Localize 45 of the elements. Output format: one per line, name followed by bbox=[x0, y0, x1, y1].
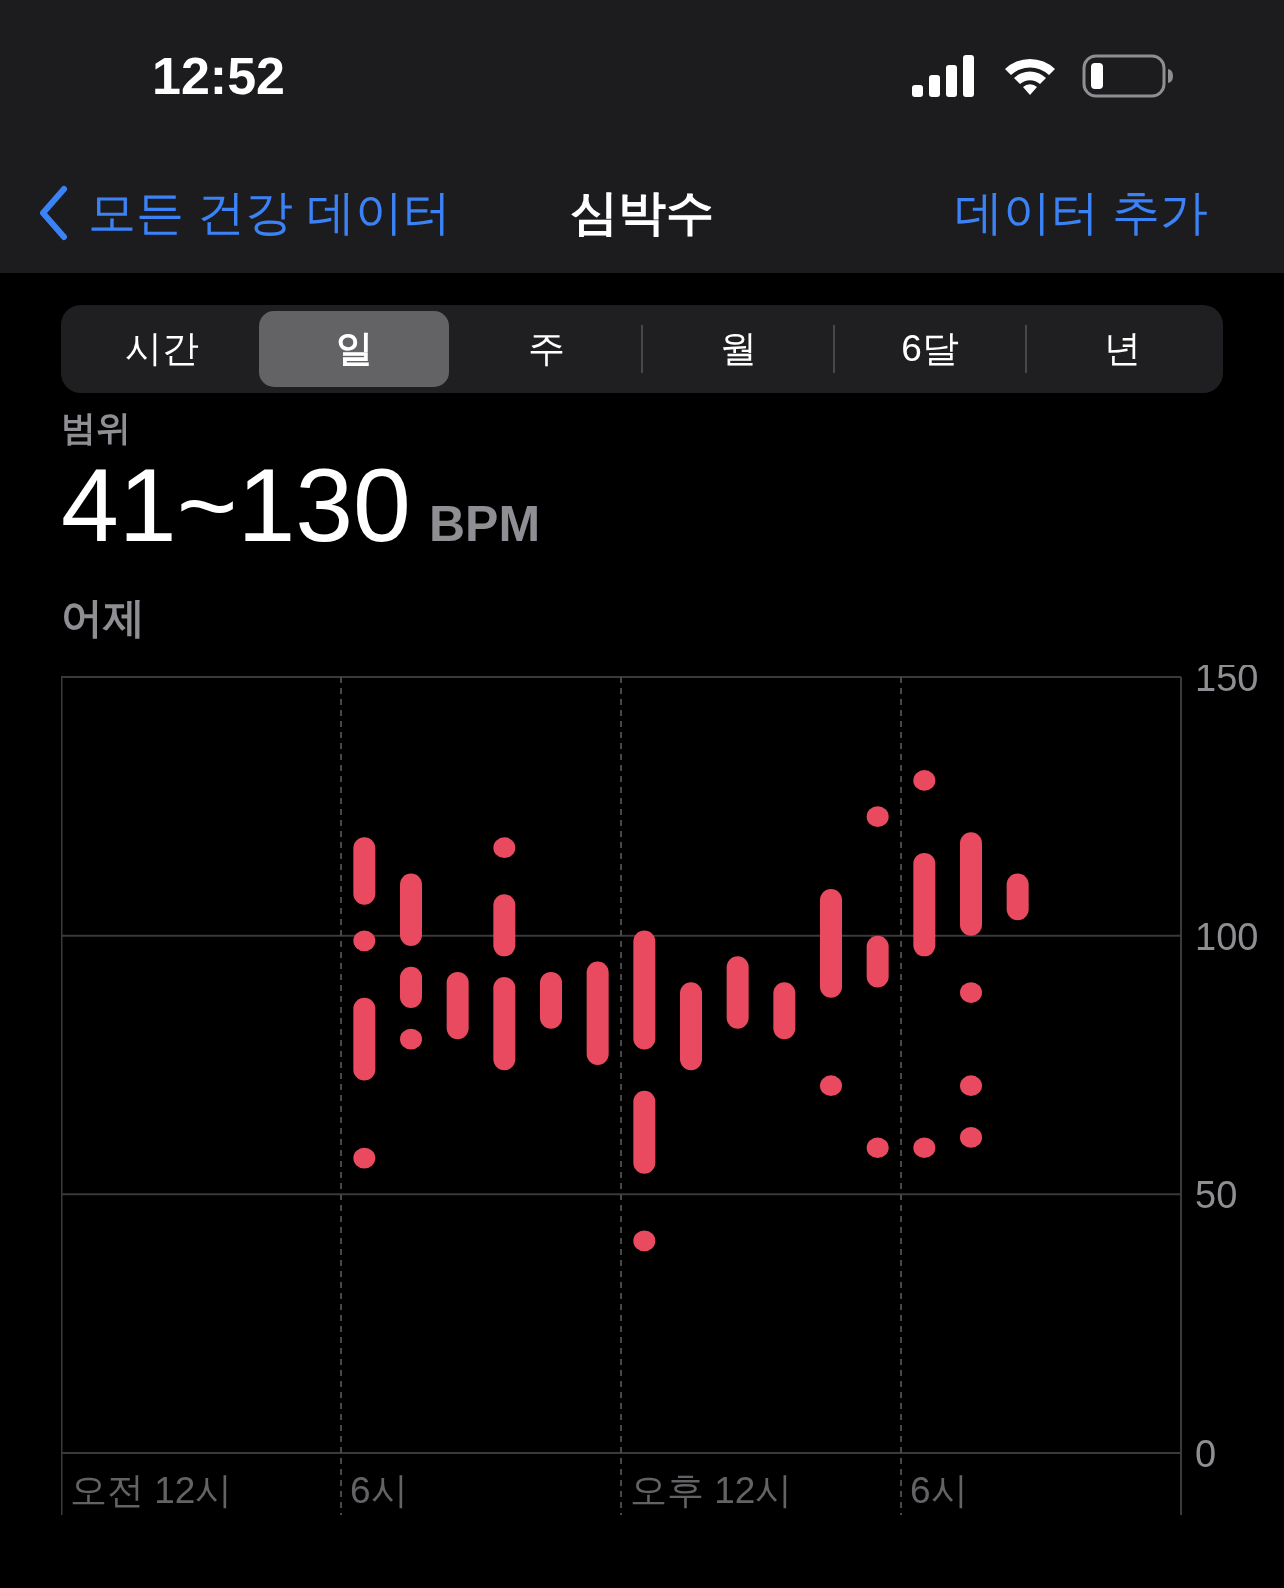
heart-rate-bar bbox=[866, 935, 889, 988]
heart-rate-bar bbox=[353, 837, 376, 905]
heart-rate-bar bbox=[1006, 873, 1029, 921]
x-axis-label: 오후 12시 bbox=[630, 1470, 793, 1511]
back-button[interactable]: 모든 건강 데이터 bbox=[38, 180, 451, 245]
range-value: 41~130 bbox=[61, 449, 411, 561]
heart-rate-bar bbox=[866, 806, 889, 828]
range-label: 범위 bbox=[61, 407, 132, 449]
battery-icon bbox=[1082, 54, 1174, 98]
y-axis-label: 50 bbox=[1195, 1174, 1238, 1217]
period-tab[interactable]: 6달 bbox=[835, 311, 1025, 387]
heart-rate-bar bbox=[446, 971, 469, 1040]
x-axis-label: 오전 12시 bbox=[70, 1470, 233, 1511]
period-tab[interactable]: 년 bbox=[1027, 311, 1217, 387]
back-chevron-icon[interactable] bbox=[38, 184, 68, 241]
x-axis-label: 6시 bbox=[350, 1470, 408, 1511]
heart-rate-bar bbox=[820, 1075, 842, 1097]
page-title: 심박수 bbox=[570, 184, 714, 241]
heart-rate-bar bbox=[960, 982, 982, 1003]
heart-rate-bar bbox=[913, 1137, 936, 1159]
heart-rate-bar bbox=[960, 1127, 982, 1148]
period-tab[interactable]: 시간 bbox=[67, 311, 257, 387]
period-tab[interactable]: 일 bbox=[259, 311, 449, 387]
y-axis-label: 150 bbox=[1195, 665, 1259, 699]
heart-rate-bar bbox=[773, 982, 796, 1040]
heart-rate-bar bbox=[400, 966, 422, 1009]
heart-rate-bar bbox=[400, 1028, 422, 1050]
period-tab[interactable]: 주 bbox=[451, 311, 641, 387]
heart-rate-bar bbox=[913, 770, 936, 791]
unit-label: BPM bbox=[428, 495, 541, 554]
y-axis-label: 0 bbox=[1195, 1433, 1217, 1475]
date-label: 어제 bbox=[61, 593, 146, 643]
heart-rate-bar bbox=[540, 971, 562, 1029]
status-time: 12:52 bbox=[152, 46, 285, 106]
heart-rate-bar bbox=[353, 1147, 376, 1169]
heart-rate-bar bbox=[493, 837, 516, 859]
period-tab[interactable]: 월 bbox=[643, 311, 833, 387]
heart-rate-bar bbox=[633, 1230, 656, 1252]
heart-rate-bar bbox=[866, 1137, 889, 1159]
heart-rate-bar bbox=[493, 894, 516, 957]
x-axis-label: 6시 bbox=[910, 1470, 968, 1511]
heart-rate-bar bbox=[353, 930, 376, 952]
heart-rate-bar bbox=[960, 1075, 982, 1097]
add-data-button[interactable]: 데이터 추가 bbox=[954, 180, 1208, 245]
y-axis-label: 100 bbox=[1195, 915, 1259, 958]
